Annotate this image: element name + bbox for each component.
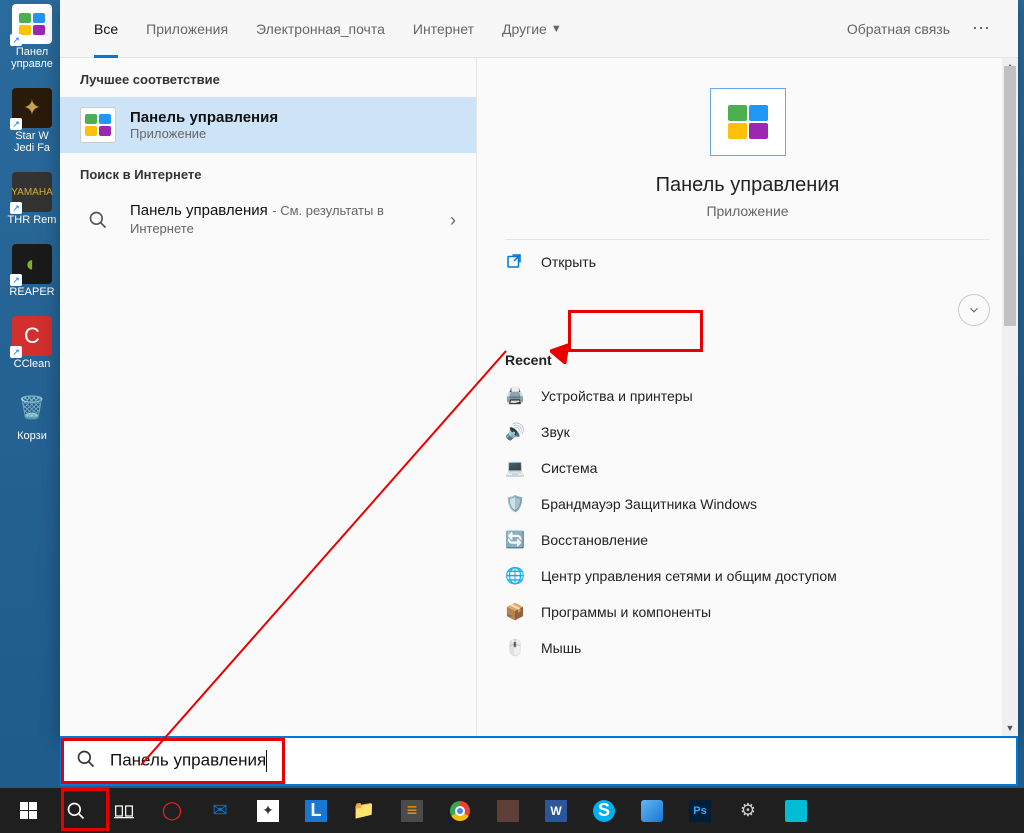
web-search-header: Поиск в Интернете xyxy=(60,153,476,192)
recent-header: Recent xyxy=(477,336,1018,378)
recent-label: Центр управления сетями и общим доступом xyxy=(541,568,837,584)
computer-icon: 💻 xyxy=(505,458,525,478)
taskbar-search-button[interactable] xyxy=(52,788,100,833)
result-title: Панель управления xyxy=(130,109,278,126)
open-action[interactable]: Открыть xyxy=(477,240,1018,284)
expand-button[interactable] xyxy=(958,294,990,326)
desktop-icon-recycle-bin[interactable]: 🗑️Корзи xyxy=(6,388,58,442)
result-web-search[interactable]: Панель управления - См. результаты в Инт… xyxy=(60,192,476,248)
results-list: Лучшее соответствие Панель управления Пр… xyxy=(60,58,477,736)
search-icon xyxy=(76,749,96,774)
search-input-value: Панель управления xyxy=(110,750,1002,772)
taskbar-app-skype[interactable]: S xyxy=(580,788,628,833)
result-preview-pane: Панель управления Приложение Открыть Rec… xyxy=(477,58,1018,736)
preview-title: Панель управления xyxy=(497,174,998,197)
recovery-icon: 🔄 xyxy=(505,530,525,550)
recent-sound[interactable]: 🔊 Звук xyxy=(477,414,1018,450)
taskbar-app-l[interactable]: L xyxy=(292,788,340,833)
recent-label: Программы и компоненты xyxy=(541,604,711,620)
desktop-icon-label: CClean xyxy=(6,358,58,370)
search-input-box[interactable]: Панель управления xyxy=(60,736,1018,786)
taskbar-app-generic3[interactable] xyxy=(628,788,676,833)
desktop-icon-label: Панел управле xyxy=(6,46,58,70)
result-subtitle: Приложение xyxy=(130,126,278,141)
desktop-icon-control-panel[interactable]: Панел управле xyxy=(6,4,58,70)
recent-devices-printers[interactable]: 🖨️ Устройства и принтеры xyxy=(477,378,1018,414)
more-options-button[interactable]: ⋯ xyxy=(964,18,998,39)
task-view-button[interactable] xyxy=(100,788,148,833)
best-match-header: Лучшее соответствие xyxy=(60,58,476,97)
desktop-icon-label: REAPER xyxy=(6,286,58,298)
result-control-panel[interactable]: Панель управления Приложение xyxy=(60,97,476,153)
search-results-panel: Все Приложения Электронная_почта Интерне… xyxy=(60,0,1018,736)
taskbar-app-generic2[interactable] xyxy=(484,788,532,833)
scrollbar-thumb[interactable] xyxy=(1004,66,1016,326)
recent-label: Восстановление xyxy=(541,532,648,548)
desktop-icon-reaper[interactable]: ◐REAPER xyxy=(6,244,58,298)
mouse-icon: 🖱️ xyxy=(505,638,525,658)
desktop-icon-ccleaner[interactable]: CCClean xyxy=(6,316,58,370)
scroll-down-arrow[interactable]: ▼ xyxy=(1002,720,1018,736)
desktop-icon-label: Star W Jedi Fa xyxy=(6,130,58,154)
chevron-down-icon: ▼ xyxy=(551,23,562,35)
taskbar-app-generic1[interactable]: ✦ xyxy=(244,788,292,833)
taskbar-app-mail[interactable]: ✉ xyxy=(196,788,244,833)
recent-label: Брандмауэр Защитника Windows xyxy=(541,496,757,512)
recent-label: Звук xyxy=(541,424,570,440)
search-filter-tabs: Все Приложения Электронная_почта Интерне… xyxy=(60,0,1018,58)
firewall-icon: 🛡️ xyxy=(505,494,525,514)
tab-other[interactable]: Другие ▼ xyxy=(488,0,576,58)
programs-icon: 📦 xyxy=(505,602,525,622)
search-icon xyxy=(80,202,116,238)
taskbar-app-sublime[interactable]: ≡ xyxy=(388,788,436,833)
start-button[interactable] xyxy=(4,788,52,833)
open-label: Открыть xyxy=(541,254,596,270)
desktop-icon-label: THR Rem xyxy=(6,214,58,226)
tab-apps[interactable]: Приложения xyxy=(132,0,242,58)
taskbar-app-word[interactable]: W xyxy=(532,788,580,833)
feedback-link[interactable]: Обратная связь xyxy=(833,21,964,37)
taskbar-app-generic4[interactable] xyxy=(772,788,820,833)
control-panel-icon xyxy=(80,107,116,143)
recent-label: Устройства и принтеры xyxy=(541,388,693,404)
desktop-icons: Панел управле ✦Star W Jedi Fa YAMAHATHR … xyxy=(6,4,66,460)
recent-system[interactable]: 💻 Система xyxy=(477,450,1018,486)
recent-label: Система xyxy=(541,460,597,476)
recent-network-center[interactable]: 🌐 Центр управления сетями и общим доступо… xyxy=(477,558,1018,594)
recent-firewall[interactable]: 🛡️ Брандмауэр Защитника Windows xyxy=(477,486,1018,522)
network-icon: 🌐 xyxy=(505,566,525,586)
tab-internet[interactable]: Интернет xyxy=(399,0,488,58)
recent-label: Мышь xyxy=(541,640,581,656)
chevron-right-icon: › xyxy=(450,210,456,231)
taskbar-app-photoshop[interactable]: Ps xyxy=(676,788,724,833)
open-icon xyxy=(505,252,525,272)
recent-mouse[interactable]: 🖱️ Мышь xyxy=(477,630,1018,666)
printer-icon: 🖨️ xyxy=(505,386,525,406)
preview-subtitle: Приложение xyxy=(497,203,998,219)
tab-all[interactable]: Все xyxy=(80,0,132,58)
taskbar-app-explorer[interactable]: 📁 xyxy=(340,788,388,833)
desktop-icon-label: Корзи xyxy=(6,430,58,442)
recent-programs[interactable]: 📦 Программы и компоненты xyxy=(477,594,1018,630)
taskbar-app-chrome[interactable] xyxy=(436,788,484,833)
web-result-title: Панель управления xyxy=(130,202,268,219)
desktop-icon-thr[interactable]: YAMAHATHR Rem xyxy=(6,172,58,226)
desktop-icon-starwars[interactable]: ✦Star W Jedi Fa xyxy=(6,88,58,154)
taskbar: ◯ ✉ ✦ L 📁 ≡ W S Ps ⚙ xyxy=(0,788,1024,833)
preview-app-icon xyxy=(710,88,786,156)
tab-email[interactable]: Электронная_почта xyxy=(242,0,399,58)
speaker-icon: 🔊 xyxy=(505,422,525,442)
recent-recovery[interactable]: 🔄 Восстановление xyxy=(477,522,1018,558)
taskbar-app-settings[interactable]: ⚙ xyxy=(724,788,772,833)
taskbar-app-opera[interactable]: ◯ xyxy=(148,788,196,833)
